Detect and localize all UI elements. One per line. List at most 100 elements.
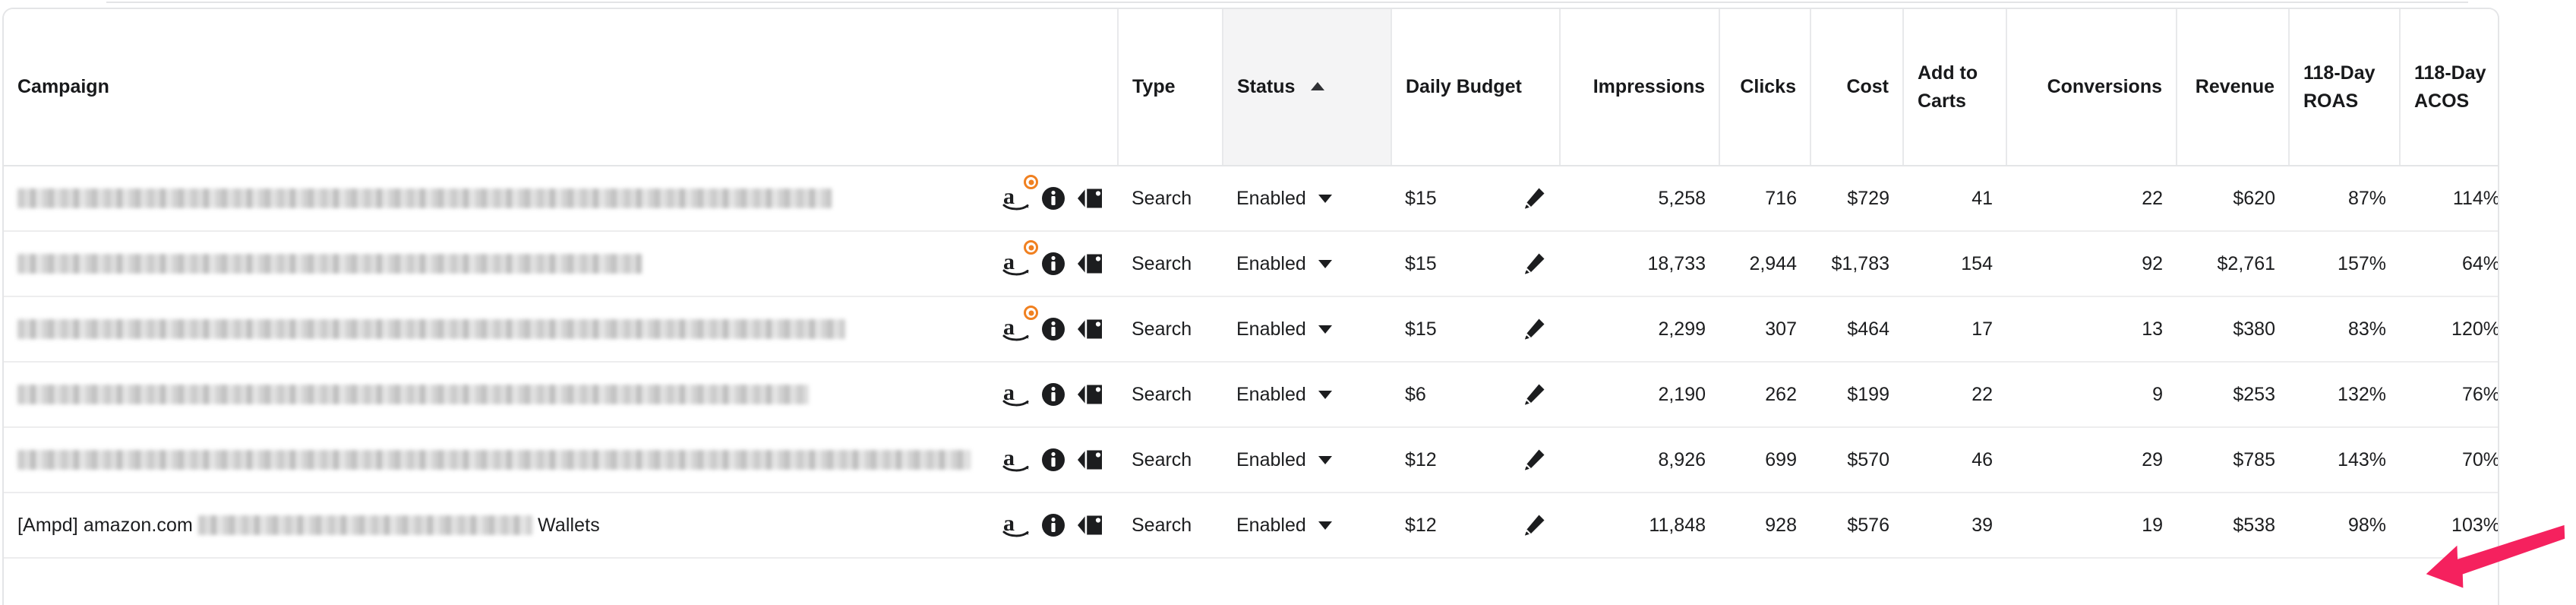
status-value: Enabled: [1236, 252, 1306, 274]
cell-revenue: $2,761: [2177, 231, 2289, 297]
cell-acos: 114%: [2400, 166, 2498, 232]
cell-status: Enabled: [1223, 231, 1391, 297]
chevron-down-icon[interactable]: [1318, 521, 1332, 530]
cell-status: Enabled: [1223, 362, 1391, 428]
table-row[interactable]: a Search Enabled $12 8,926 699 $570 46 29 $785 143…: [4, 427, 2498, 493]
cell-impressions: 11,848: [1560, 493, 1719, 559]
pencil-icon[interactable]: [1522, 252, 1546, 276]
pencil-icon[interactable]: [1522, 382, 1546, 407]
column-header-acos[interactable]: 118-Day ACOS: [2399, 9, 2498, 166]
cell-clicks: 307: [1719, 296, 1810, 363]
column-header-daily-budget[interactable]: Daily Budget: [1391, 9, 1560, 166]
tag-icon[interactable]: [1075, 513, 1104, 537]
info-circle-icon[interactable]: [1041, 382, 1065, 407]
cell-roas: 143%: [2289, 427, 2400, 493]
tag-icon[interactable]: [1075, 252, 1104, 276]
amazon-logo-icon[interactable]: a: [1002, 512, 1031, 539]
daily-budget-value: $15: [1405, 187, 1437, 209]
column-header-impressions[interactable]: Impressions: [1559, 9, 1719, 166]
chevron-down-icon[interactable]: [1318, 390, 1332, 399]
column-header-add-to-carts[interactable]: Add to Carts: [1902, 9, 2006, 166]
table-body: a Search Enabled $15 5,258 716 $729 41 22 $620 87%…: [4, 166, 2498, 559]
chevron-down-icon[interactable]: [1318, 325, 1332, 334]
column-header-add-to-carts-label: Add to Carts: [1918, 62, 1978, 112]
table-row[interactable]: [Ampd] amazon.com Wallets a Search Enabled $…: [4, 493, 2498, 559]
cell-daily-budget: $15: [1391, 166, 1560, 232]
cell-clicks: 716: [1719, 166, 1810, 232]
cell-status: Enabled: [1223, 296, 1391, 363]
cell-acos: 64%: [2400, 231, 2498, 297]
chevron-down-icon[interactable]: [1318, 194, 1332, 203]
pencil-icon[interactable]: [1522, 186, 1546, 211]
status-dropdown[interactable]: Enabled: [1236, 188, 1332, 210]
cell-status: Enabled: [1223, 493, 1391, 559]
amazon-logo-icon[interactable]: a: [1002, 306, 1038, 343]
cell-campaign: a: [4, 166, 1118, 232]
amazon-logo-icon[interactable]: a: [1002, 175, 1038, 212]
cell-conversions: 22: [2006, 166, 2177, 232]
tag-icon[interactable]: [1075, 186, 1104, 211]
column-header-type[interactable]: Type: [1117, 9, 1223, 166]
campaigns-table-card: Campaign Type Status Daily Budget Impres…: [2, 8, 2499, 605]
cell-cost: $729: [1810, 166, 1903, 232]
table-row[interactable]: a Search Enabled $15 5,258 716 $729 41 22 $620 87%…: [4, 166, 2498, 232]
cell-cost: $199: [1810, 362, 1903, 428]
chevron-down-icon[interactable]: [1318, 455, 1332, 464]
tag-icon[interactable]: [1075, 317, 1104, 341]
table-row[interactable]: a Search Enabled $15 18,733 2,944 $1,783 154 92 $…: [4, 231, 2498, 297]
cell-cost: $1,783: [1810, 231, 1903, 297]
info-circle-icon[interactable]: [1041, 186, 1065, 211]
cell-daily-budget: $15: [1391, 231, 1560, 297]
column-header-status[interactable]: Status: [1222, 9, 1391, 166]
column-header-conversions[interactable]: Conversions: [2006, 9, 2177, 166]
tag-icon[interactable]: [1075, 448, 1104, 472]
status-dropdown[interactable]: Enabled: [1236, 253, 1332, 275]
pencil-icon[interactable]: [1522, 317, 1546, 341]
column-header-campaign[interactable]: Campaign: [4, 9, 1118, 166]
cell-cost: $570: [1810, 427, 1903, 493]
campaign-name-redacted: [17, 253, 642, 274]
campaign-name[interactable]: [17, 384, 809, 406]
column-header-acos-label: 118-Day ACOS: [2414, 62, 2486, 112]
column-header-campaign-label: Campaign: [17, 76, 109, 98]
amazon-logo-icon[interactable]: a: [1002, 240, 1038, 277]
campaign-name[interactable]: [17, 449, 971, 471]
tag-icon[interactable]: [1075, 382, 1104, 407]
table-row[interactable]: a Search Enabled $6 2,190 262 $199 22 9 $253 132% 7…: [4, 362, 2498, 428]
campaign-name[interactable]: [17, 188, 832, 210]
cell-acos: 103%: [2400, 493, 2498, 559]
status-dropdown[interactable]: Enabled: [1236, 384, 1332, 406]
column-header-revenue[interactable]: Revenue: [2176, 9, 2289, 166]
cell-daily-budget: $15: [1391, 296, 1560, 363]
column-header-cost[interactable]: Cost: [1810, 9, 1903, 166]
campaign-name-prefix: [Ampd] amazon.com: [17, 514, 199, 536]
campaign-name[interactable]: [17, 318, 845, 341]
chevron-down-icon[interactable]: [1318, 259, 1332, 268]
cell-add-to-carts: 41: [1903, 166, 2006, 232]
column-header-roas[interactable]: 118-Day ROAS: [2288, 9, 2400, 166]
amazon-logo-icon[interactable]: a: [1002, 381, 1031, 408]
cell-campaign: a: [4, 296, 1118, 363]
campaign-name[interactable]: [17, 253, 642, 275]
campaign-icon-group: a: [983, 381, 1104, 408]
info-circle-icon[interactable]: [1041, 513, 1065, 537]
pencil-icon[interactable]: [1522, 448, 1546, 472]
status-dropdown[interactable]: Enabled: [1236, 449, 1332, 471]
column-header-clicks[interactable]: Clicks: [1719, 9, 1810, 166]
cell-add-to-carts: 46: [1903, 427, 2006, 493]
amazon-active-badge-icon: [1024, 306, 1038, 320]
campaigns-table: Campaign Type Status Daily Budget Impres…: [4, 9, 2498, 559]
status-dropdown[interactable]: Enabled: [1236, 318, 1332, 341]
cell-campaign: a: [4, 427, 1118, 493]
info-circle-icon[interactable]: [1041, 448, 1065, 472]
status-dropdown[interactable]: Enabled: [1236, 515, 1332, 537]
amazon-logo-icon[interactable]: a: [1002, 446, 1031, 474]
info-circle-icon[interactable]: [1041, 252, 1065, 276]
info-circle-icon[interactable]: [1041, 317, 1065, 341]
cell-daily-budget: $6: [1391, 362, 1560, 428]
pencil-icon[interactable]: [1522, 513, 1546, 537]
cell-roas: 132%: [2289, 362, 2400, 428]
daily-budget-value: $12: [1405, 514, 1437, 536]
table-row[interactable]: a Search Enabled $15 2,299 307 $464 17 13 $380 83%…: [4, 296, 2498, 363]
campaign-name[interactable]: [Ampd] amazon.com Wallets: [17, 515, 600, 537]
